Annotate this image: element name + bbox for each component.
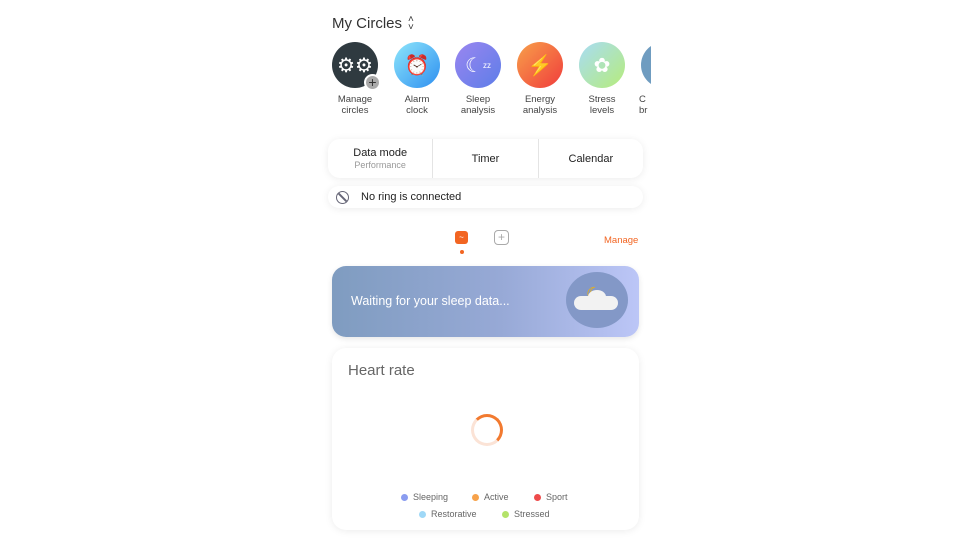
- circle-label: levels: [589, 105, 615, 116]
- circle-label: clock: [406, 105, 428, 116]
- lightning-icon: ⚡: [517, 42, 563, 88]
- mode-bar: Data mode Performance Timer Calendar: [328, 139, 643, 178]
- circle-manage-circles[interactable]: ⚙⚙ + Manage circles: [328, 42, 386, 116]
- sleep-banner-text: Waiting for your sleep data...: [351, 294, 510, 308]
- ring-status-bar[interactable]: No ring is connected: [328, 186, 643, 208]
- add-tab-icon[interactable]: +: [494, 230, 509, 245]
- timer-button[interactable]: Timer: [432, 139, 537, 178]
- moon-cloud-icon: ☾: [566, 272, 628, 328]
- circle-partial[interactable]: Cbr: [633, 42, 651, 116]
- loading-spinner: [471, 414, 503, 446]
- manage-link[interactable]: Manage: [604, 235, 638, 246]
- gears-icon: ⚙⚙ +: [332, 42, 381, 91]
- partial-icon: [641, 42, 651, 88]
- circles-carousel[interactable]: ⚙⚙ + Manage circles ⏰ Alarm clock ☾ zz Slee…: [328, 42, 651, 124]
- circle-stress-levels[interactable]: ✿ Stress levels: [571, 42, 633, 116]
- circle-sleep-analysis[interactable]: ☾ zz Sleep analysis: [447, 42, 509, 116]
- circle-label: br: [639, 105, 648, 116]
- legend-restorative: Restorative: [419, 509, 477, 519]
- trend-tab-icon[interactable]: ~: [455, 231, 468, 244]
- circle-label: circles: [341, 105, 369, 116]
- active-page-dot: [460, 250, 464, 254]
- legend-active: Active: [472, 492, 509, 502]
- no-connection-icon: [336, 190, 349, 204]
- calendar-button[interactable]: Calendar: [537, 139, 643, 178]
- data-mode-value: Performance: [354, 160, 406, 170]
- page-title: My Circles: [332, 15, 402, 32]
- circle-label: Manage: [337, 94, 373, 105]
- sleep-data-banner[interactable]: Waiting for your sleep data... ☾: [332, 266, 639, 337]
- plus-icon: +: [364, 74, 381, 91]
- timer-label: Timer: [471, 152, 500, 165]
- circle-label: analysis: [460, 105, 496, 116]
- circle-label: Alarm: [404, 94, 430, 105]
- alarm-clock-icon: ⏰: [394, 42, 440, 88]
- circle-label: Stress: [588, 94, 616, 105]
- legend-sport: Sport: [534, 492, 568, 502]
- data-mode-label: Data mode: [353, 147, 408, 159]
- data-mode-button[interactable]: Data mode Performance: [328, 139, 432, 178]
- circle-label: Energy: [524, 94, 556, 105]
- circle-label: Sleep: [465, 94, 491, 105]
- heart-rate-title: Heart rate: [348, 362, 415, 379]
- legend-sleeping: Sleeping: [401, 492, 448, 502]
- moon-icon: ☾ zz: [455, 42, 501, 88]
- my-circles-selector[interactable]: My Circles ˄ ˅: [332, 13, 414, 33]
- circle-alarm-clock[interactable]: ⏰ Alarm clock: [386, 42, 448, 116]
- circle-label: analysis: [522, 105, 558, 116]
- circle-energy-analysis[interactable]: ⚡ Energy analysis: [509, 42, 571, 116]
- calendar-label: Calendar: [568, 152, 614, 165]
- brain-icon: ✿: [579, 42, 625, 88]
- heart-rate-card[interactable]: Heart rate Sleeping Active Sport Restora…: [332, 348, 639, 530]
- circle-label: C: [639, 94, 646, 105]
- legend-stressed: Stressed: [502, 509, 550, 519]
- chevron-up-down-icon: ˄ ˅: [408, 13, 414, 33]
- ring-status-text: No ring is connected: [361, 191, 462, 203]
